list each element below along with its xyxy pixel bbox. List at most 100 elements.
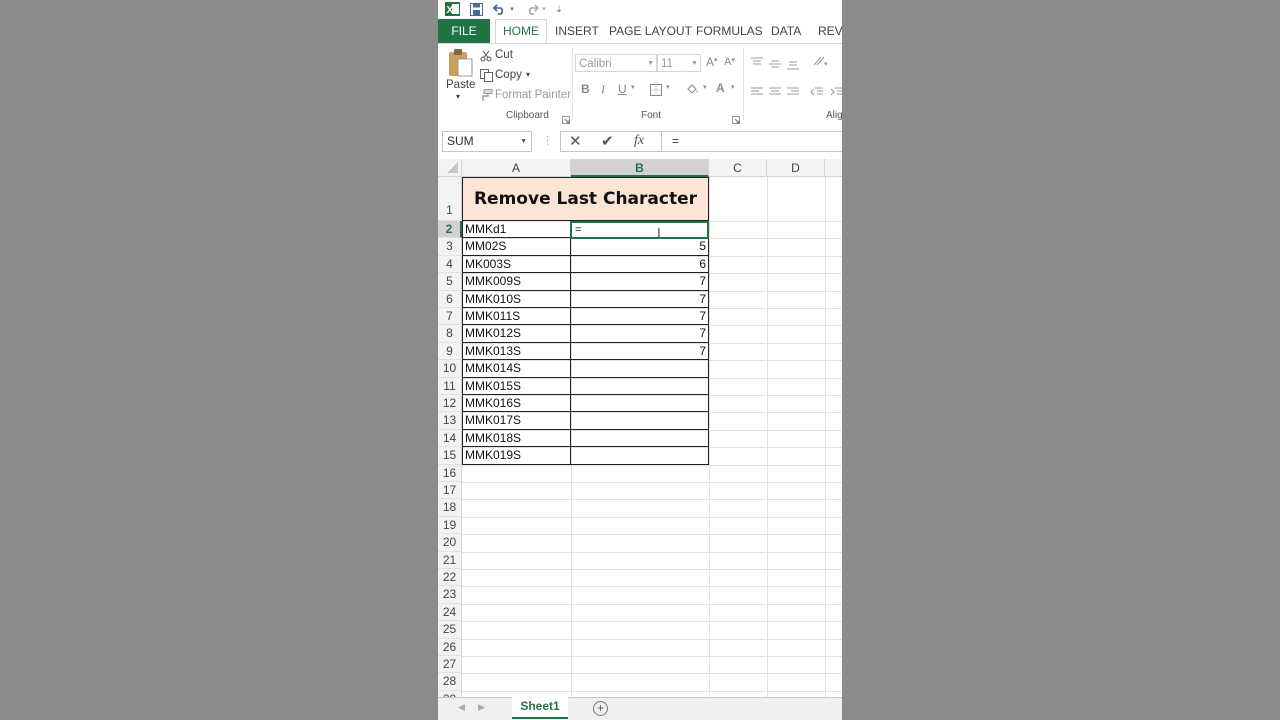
cut-icon[interactable] [480,49,492,67]
row-header-25[interactable]: 25 [438,621,462,639]
paste-dropdown-icon[interactable]: ▾ [456,92,460,101]
bottom-align-icon[interactable] [786,57,800,75]
decrease-indent-icon[interactable] [810,84,824,102]
cancel-formula-icon[interactable]: ✕ [569,132,582,150]
row-header-20[interactable]: 20 [438,534,462,552]
name-box[interactable]: SUM ▼ [442,131,532,152]
row-header-9[interactable]: 9 [438,342,462,361]
cell-b4[interactable]: 6 [571,255,709,274]
enter-formula-icon[interactable]: ✔ [601,132,614,150]
customize-qat-icon[interactable]: ⇣ [554,0,564,18]
underline-button[interactable]: U [618,82,627,96]
orientation-icon[interactable]: ▾ [812,54,830,72]
cell-b3[interactable]: 5 [571,238,709,256]
borders-icon[interactable] [650,83,662,101]
add-sheet-icon[interactable]: + [593,701,608,716]
cell-b10[interactable] [571,360,709,378]
cell-a15[interactable]: MMK019S [462,447,571,465]
name-box-dropdown-icon[interactable]: ▼ [520,132,527,151]
insert-function-icon[interactable]: fx [634,133,644,149]
row-header-24[interactable]: 24 [438,603,462,622]
paste-icon[interactable] [447,48,473,83]
align-center-icon[interactable] [768,84,782,102]
cell-a6[interactable]: MMK010S [462,290,571,308]
select-all-corner[interactable] [438,159,462,177]
cell-b12[interactable] [571,395,709,413]
cell-a12[interactable]: MMK016S [462,395,571,413]
cell-b7[interactable]: 7 [571,308,709,326]
title-cell[interactable]: Remove Last Character [462,177,709,221]
redo-dropdown-icon[interactable]: ▾ [540,0,548,18]
cell-b15[interactable] [571,447,709,465]
row-header-12[interactable]: 12 [438,395,462,413]
copy-icon[interactable] [480,69,493,87]
cell-a3[interactable]: MM02S [462,238,571,256]
tab-review[interactable]: REVI [818,19,842,43]
row-header-28[interactable]: 28 [438,673,462,691]
row-header-11[interactable]: 11 [438,377,462,395]
save-icon[interactable] [468,0,484,18]
fill-color-icon[interactable] [686,82,700,100]
row-header-4[interactable]: 4 [438,255,462,274]
row-header-16[interactable]: 16 [438,464,462,482]
align-left-icon[interactable] [750,84,764,102]
fill-color-dropdown-icon[interactable]: ▾ [703,83,707,91]
row-header-19[interactable]: 19 [438,516,462,535]
cell-a8[interactable]: MMK012S [462,325,571,343]
cell-a13[interactable]: MMK017S [462,412,571,430]
row-header-27[interactable]: 27 [438,656,462,674]
top-align-icon[interactable] [750,54,764,72]
cell-b8[interactable]: 7 [571,325,709,343]
borders-dropdown-icon[interactable]: ▾ [666,83,670,91]
tab-file[interactable]: FILE [438,19,490,43]
format-painter-icon[interactable] [480,89,493,107]
copy-button[interactable]: Copy [495,69,522,81]
cut-button[interactable]: Cut [495,49,513,61]
cell-b9[interactable]: 7 [571,342,709,361]
tab-data[interactable]: DATA [771,19,801,43]
row-header-6[interactable]: 6 [438,290,462,308]
cell-b6[interactable]: 7 [571,290,709,308]
cell-a5[interactable]: MMK009S [462,273,571,291]
font-color-button[interactable]: A [716,81,725,95]
font-size-combo[interactable]: 11 ▼ [657,54,701,72]
formula-input[interactable]: = [661,132,842,151]
middle-align-icon[interactable] [768,56,782,74]
redo-icon[interactable] [524,0,540,18]
paste-button[interactable]: Paste [446,79,475,91]
font-color-dropdown-icon[interactable]: ▾ [731,83,735,91]
row-header-1[interactable]: 1 [438,177,462,221]
row-header-26[interactable]: 26 [438,638,462,656]
font-name-combo[interactable]: Calibri ▼ [575,54,657,72]
row-header-22[interactable]: 22 [438,569,462,587]
cell-a9[interactable]: MMK013S [462,342,571,361]
row-header-17[interactable]: 17 [438,482,462,500]
row-header-18[interactable]: 18 [438,499,462,517]
tab-formulas[interactable]: FORMULAS [696,19,763,43]
sheet-tab-sheet1[interactable]: Sheet1 [512,697,568,719]
row-header-3[interactable]: 3 [438,238,462,256]
row-header-23[interactable]: 23 [438,586,462,604]
font-size-dropdown-icon[interactable]: ▼ [691,55,698,73]
cell-a2[interactable]: MMKd1 [462,221,571,239]
italic-button[interactable]: I [601,82,605,97]
row-header-10[interactable]: 10 [438,360,462,378]
row-header-8[interactable]: 8 [438,325,462,343]
row-header-7[interactable]: 7 [438,308,462,326]
sheet-next-icon[interactable]: ▶ [478,702,485,713]
active-cell-b2[interactable]: = [570,221,709,239]
row-header-21[interactable]: 21 [438,551,462,569]
cell-b14[interactable] [571,429,709,448]
worksheet-grid[interactable]: ABCD 1 2 3 4 5 6 7 8 9 10 11 12 13 14 15 16 17 18 19 20 21 22… [438,159,842,697]
cell-b13[interactable] [571,412,709,430]
cell-b5[interactable]: 7 [571,273,709,291]
undo-dropdown-icon[interactable]: ▾ [508,0,516,18]
sheet-prev-icon[interactable]: ◀ [458,702,465,713]
row-header-15[interactable]: 15 [438,447,462,465]
bold-button[interactable]: B [581,82,590,96]
column-header-b[interactable]: B [571,159,709,177]
cell-a11[interactable]: MMK015S [462,377,571,395]
cell-a7[interactable]: MMK011S [462,308,571,326]
copy-dropdown-icon[interactable]: ▾ [526,70,530,79]
column-header-c[interactable]: C [709,159,767,177]
